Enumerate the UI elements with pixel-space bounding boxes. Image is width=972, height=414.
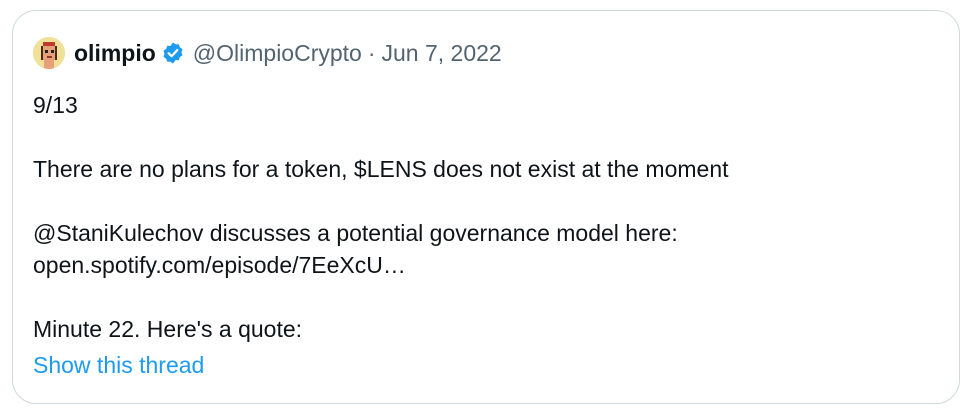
quote-intro: Minute 22. Here's a quote: xyxy=(33,316,303,342)
tweet-header: olimpio @OlimpioCrypto · Jun 7, 2022 xyxy=(33,36,502,70)
display-name[interactable]: olimpio xyxy=(74,40,156,67)
pixel-character-avatar-icon xyxy=(33,37,65,69)
separator-dot: · xyxy=(367,39,376,66)
spotify-link-line: open.spotify.com/episode/7EeXcU… xyxy=(33,249,933,281)
mention-line: @StaniKulechov discusses a potential gov… xyxy=(33,217,933,249)
tweet-date[interactable]: Jun 7, 2022 xyxy=(382,40,502,67)
thread-counter: 9/13 xyxy=(33,92,78,118)
tweet-card[interactable]: olimpio @OlimpioCrypto · Jun 7, 2022 9/1… xyxy=(12,10,960,404)
spotify-link[interactable]: open.spotify.com/episode/7EeXcU… xyxy=(33,252,406,278)
verified-badge-icon xyxy=(161,41,185,65)
mention-link[interactable]: @StaniKulechov xyxy=(33,220,203,246)
mention-line-text: discusses a potential governance model h… xyxy=(203,220,678,246)
avatar[interactable] xyxy=(33,37,65,69)
user-handle[interactable]: @OlimpioCrypto xyxy=(193,40,362,67)
show-thread-link[interactable]: Show this thread xyxy=(33,349,933,381)
tweet-body: 9/13 There are no plans for a token, $LE… xyxy=(33,89,933,381)
token-statement: There are no plans for a token, $LENS do… xyxy=(33,156,729,182)
